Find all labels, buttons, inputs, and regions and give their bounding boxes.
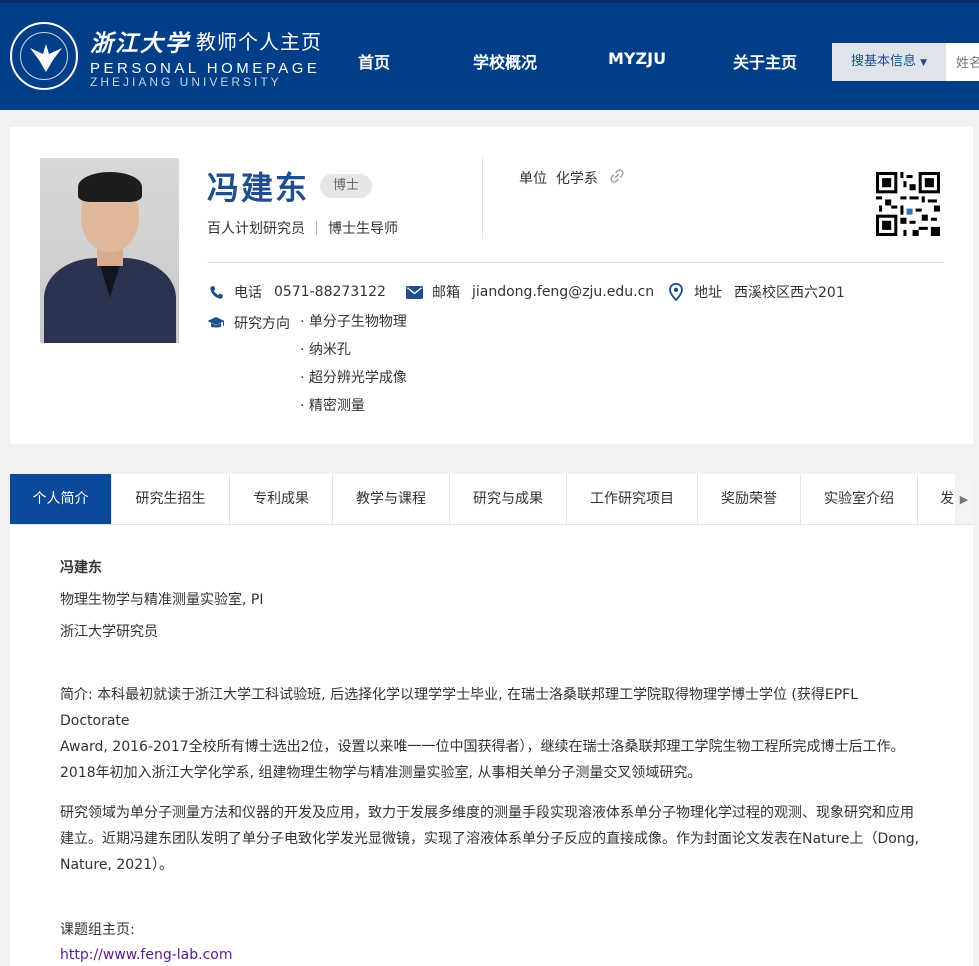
tab-teaching[interactable]: 教学与课程: [333, 474, 450, 524]
content-name: 冯建东: [60, 560, 102, 576]
horizontal-divider: [207, 262, 944, 263]
link-icon[interactable]: [610, 169, 624, 187]
profile-photo: [40, 158, 179, 343]
contact-address: 地址 西溪校区西六201: [667, 282, 845, 302]
research-line: 研究领域为单分子测量方法和仪器的开发及应用，致力于发展多维度的测量手段实现溶液体…: [60, 805, 914, 821]
graduation-cap-icon: [207, 314, 225, 332]
content-position: 浙江大学研究员: [60, 624, 158, 640]
phone-icon: [207, 283, 225, 301]
email-value[interactable]: jiandong.feng@zju.edu.cn: [472, 284, 654, 300]
logo-university-name: 浙江大学: [90, 30, 190, 57]
tab-research[interactable]: 研究与成果: [450, 474, 567, 524]
photo-hair: [78, 172, 142, 202]
tab-projects[interactable]: 工作研究项目: [567, 474, 698, 524]
research-item-text: 纳米孔: [308, 342, 351, 358]
group-homepage-link-wrap: http://www.feng-lab.com: [60, 947, 232, 963]
unit-info: 单位 化学系: [519, 168, 624, 188]
profile-titles: 百人计划研究员 博士生导师: [207, 218, 398, 238]
research-line: 建立。近期冯建东团队发明了单分子电致化学发光显微镜，实现了溶液体系单分子反应的直…: [60, 831, 920, 847]
intro-paragraph: 简介: 本科最初就读于浙江大学工科试验班, 后选择化学以理学学士毕业, 在瑞士洛…: [60, 682, 930, 786]
tab-lab-intro[interactable]: 实验室介绍: [801, 474, 918, 524]
intro-line: 2018年初加入浙江大学化学系, 组建物理生物学与精准测量实验室, 从事相关单分…: [60, 765, 702, 781]
research-direction-heading: 研究方向: [207, 313, 290, 333]
profile-name: 冯建东: [207, 169, 310, 207]
research-line: Nature, 2021）。: [60, 857, 174, 873]
vertical-divider: [482, 157, 483, 239]
header-topline: [0, 0, 979, 3]
phone-value: 0571-88273122: [274, 284, 386, 300]
site-header: 浙江大学 教师个人主页 PERSONAL HOMEPAGE ZHEJIANG U…: [0, 0, 979, 110]
nav-home[interactable]: 首页: [358, 49, 390, 73]
tab-patents[interactable]: 专利成果: [230, 474, 333, 524]
unit-label: 单位: [519, 171, 547, 187]
caret-down-icon: ▼: [920, 58, 928, 68]
nav-myzju[interactable]: MYZJU: [608, 49, 666, 68]
research-label: 研究方向: [234, 316, 290, 332]
group-homepage-label: 课题组主页:: [60, 922, 135, 938]
title-supervisor: 博士生导师: [328, 221, 398, 237]
title-researcher: 百人计划研究员: [207, 221, 305, 237]
intro-line: Award, 2016-2017全校所有博士选出2位，设置以来唯一一位中国获得者…: [60, 739, 905, 755]
search-input[interactable]: [946, 43, 979, 81]
tab-profile[interactable]: 个人简介: [10, 474, 112, 524]
nav-about[interactable]: 关于主页: [733, 49, 797, 73]
tab-scroll-right-icon[interactable]: ▶: [955, 474, 973, 524]
address-label: 地址: [694, 285, 722, 301]
address-value: 西溪校区西六201: [734, 285, 845, 301]
research-paragraph: 研究领域为单分子测量方法和仪器的开发及应用，致力于发展多维度的测量手段实现溶液体…: [60, 800, 930, 878]
tab-bar: 个人简介 研究生招生 专利成果 教学与课程 研究与成果 工作研究项目 奖励荣誉 …: [10, 474, 973, 525]
research-item: · 超分辨光学成像: [300, 370, 407, 386]
research-item-text: 单分子生物物理: [308, 314, 407, 330]
tab-graduate-admission[interactable]: 研究生招生: [112, 474, 230, 524]
content-lab: 物理生物学与精准测量实验室, PI: [60, 592, 264, 608]
research-item: · 精密测量: [300, 398, 365, 414]
research-item-text: 超分辨光学成像: [308, 370, 407, 386]
mail-icon: [405, 283, 423, 301]
logo-site-title: 教师个人主页: [196, 30, 322, 54]
nav-school-overview[interactable]: 学校概况: [473, 49, 537, 73]
research-item-text: 精密测量: [308, 398, 365, 414]
title-separator: [316, 221, 317, 235]
research-list: · 单分子生物物理 · 纳米孔 · 超分辨光学成像 · 精密测量: [300, 312, 407, 424]
research-item: · 单分子生物物理: [300, 314, 407, 330]
location-pin-icon: [667, 283, 685, 301]
phone-label: 电话: [234, 285, 262, 301]
unit-value: 化学系: [555, 171, 598, 187]
profile-content: 冯建东 物理生物学与精准测量实验室, PI 浙江大学研究员 简介: 本科最初就读…: [10, 525, 973, 966]
search-scope-dropdown[interactable]: 搜基本信息 ▼: [832, 43, 946, 81]
qr-code-icon[interactable]: [876, 172, 940, 236]
university-seal-logo[interactable]: [10, 22, 78, 90]
logo-english-university: ZHEJIANG UNIVERSITY: [90, 75, 282, 89]
search-scope-label: 搜基本信息: [850, 54, 916, 69]
contact-phone: 电话 0571-88273122: [207, 282, 386, 302]
tab-awards[interactable]: 奖励荣誉: [698, 474, 801, 524]
contact-email: 邮箱 jiandong.feng@zju.edu.cn: [405, 282, 654, 302]
degree-badge: 博士: [320, 174, 373, 198]
eagle-emblem-icon: [30, 44, 62, 72]
research-item: · 纳米孔: [300, 342, 351, 358]
intro-line: 简介: 本科最初就读于浙江大学工科试验班, 后选择化学以理学学士毕业, 在瑞士洛…: [60, 687, 859, 729]
email-label: 邮箱: [432, 285, 460, 301]
group-homepage-link[interactable]: http://www.feng-lab.com: [60, 947, 232, 963]
profile-card: 冯建东 博士 百人计划研究员 博士生导师 单位 化学系 电话 0571-8827…: [10, 127, 973, 444]
